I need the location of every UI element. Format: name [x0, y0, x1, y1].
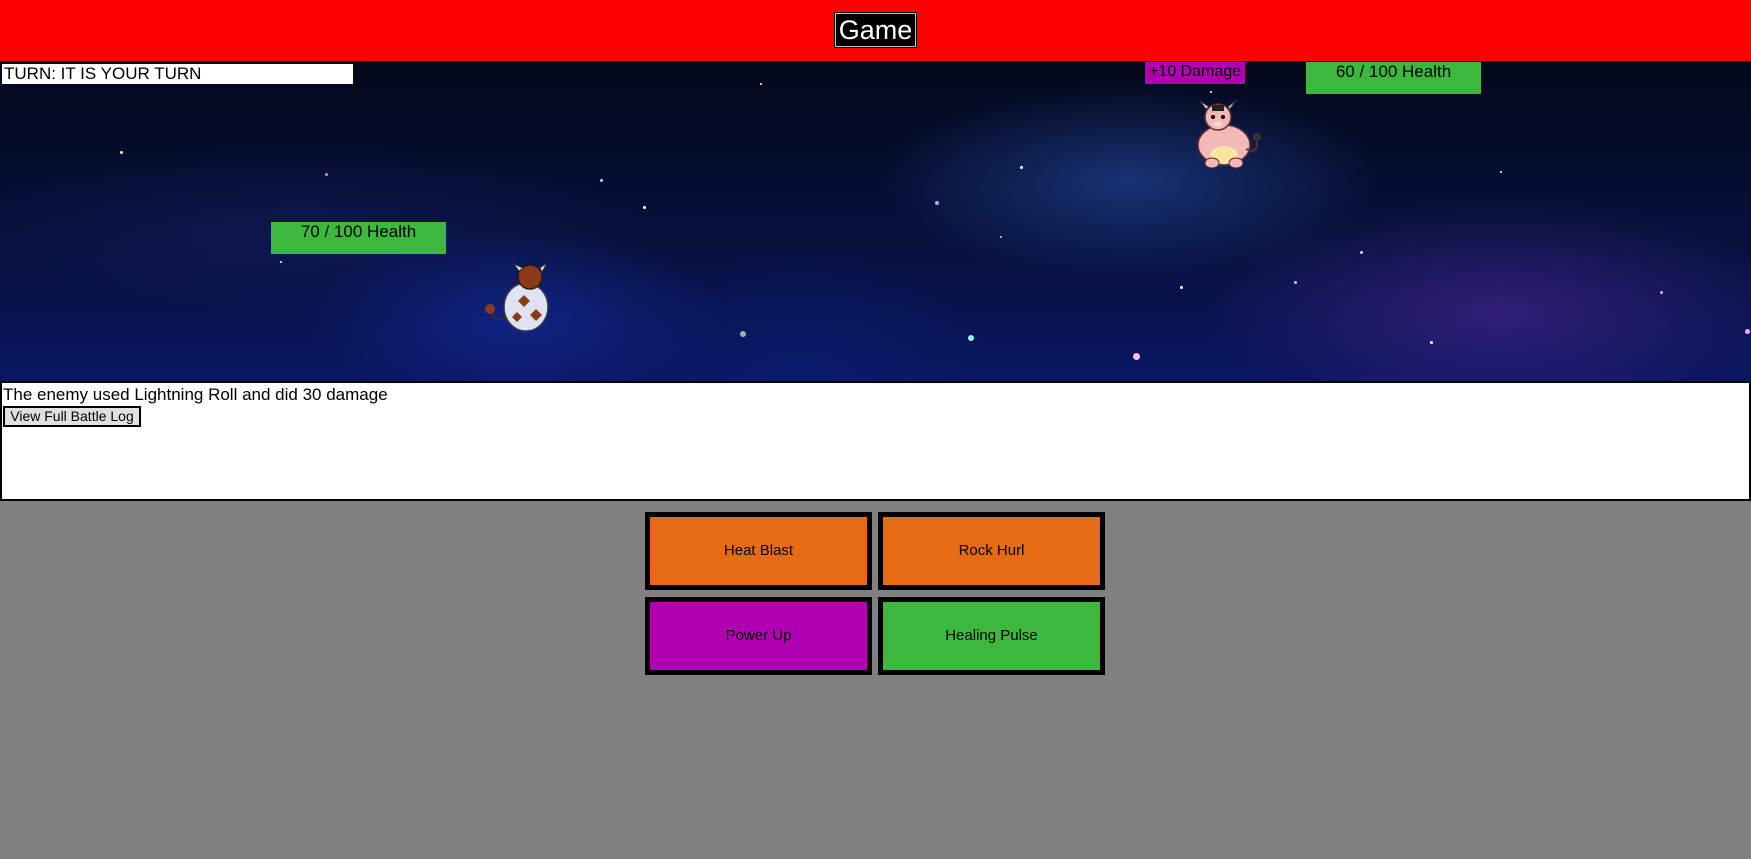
turn-indicator: TURN: IT IS YOUR TURN: [2, 64, 353, 84]
star: [325, 173, 328, 176]
star: [968, 335, 974, 341]
star: [1210, 91, 1212, 93]
star: [1660, 291, 1663, 294]
player-health-label: 70 / 100 Health: [300, 222, 417, 241]
move-button-heat-blast[interactable]: Heat Blast: [645, 512, 872, 590]
star: [1294, 281, 1297, 284]
player-health-bar: 70 / 100 Health: [271, 222, 446, 254]
enemy-health-bar: 60 / 100 Health: [1306, 62, 1481, 94]
cow-creature-back-icon: [485, 262, 549, 332]
star: [1180, 286, 1183, 289]
header-bar: Game: [0, 0, 1751, 61]
star: [1360, 251, 1363, 254]
star: [1745, 329, 1750, 334]
star: [935, 201, 939, 205]
move-button-healing-pulse[interactable]: Healing Pulse: [878, 597, 1105, 675]
star: [760, 83, 762, 85]
view-full-battle-log-button[interactable]: View Full Battle Log: [3, 406, 141, 427]
star: [120, 151, 123, 154]
battle-log-panel: The enemy used Lightning Roll and did 30…: [0, 381, 1751, 501]
game-title: Game: [834, 12, 917, 48]
battle-log-message: The enemy used Lightning Roll and did 30…: [3, 385, 388, 404]
star: [1430, 341, 1433, 344]
star: [1500, 171, 1502, 173]
battle-arena: [0, 61, 1751, 381]
star: [280, 261, 282, 263]
star: [600, 179, 603, 182]
star: [1133, 353, 1140, 360]
enemy-status-badge: +10 Damage: [1145, 62, 1245, 84]
star: [643, 206, 646, 209]
star: [1000, 236, 1002, 238]
star: [740, 331, 746, 337]
enemy-health-label: 60 / 100 Health: [1335, 62, 1452, 81]
move-button-rock-hurl[interactable]: Rock Hurl: [878, 512, 1105, 590]
move-button-power-up[interactable]: Power Up: [645, 597, 872, 675]
cow-creature-front-icon: [1197, 99, 1261, 169]
star: [1020, 166, 1023, 169]
